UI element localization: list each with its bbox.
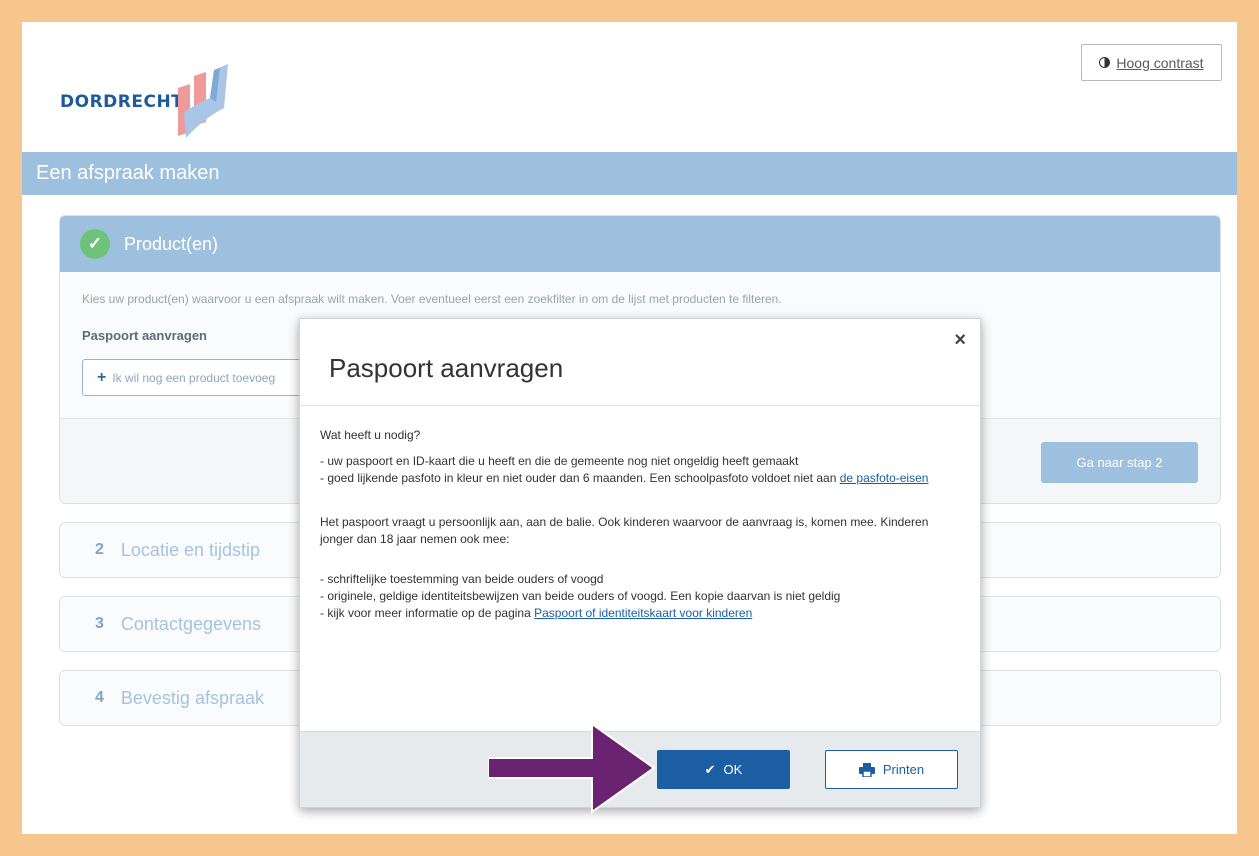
step-number: 2 bbox=[95, 541, 104, 558]
step-products-title: Product(en) bbox=[124, 233, 219, 254]
step-label: Bevestig afspraak bbox=[120, 687, 264, 708]
high-contrast-label: Hoog contrast bbox=[1116, 54, 1204, 71]
page-title: Een afspraak maken bbox=[22, 152, 1237, 195]
close-icon[interactable]: × bbox=[954, 329, 966, 352]
products-hint: Kies uw product(en) waarvoor u een afspr… bbox=[82, 292, 782, 306]
logo-flag-icon bbox=[178, 64, 228, 138]
step-number: 3 bbox=[95, 615, 104, 632]
personal-visit-paragraph: Het paspoort vraagt u persoonlijk aan, a… bbox=[320, 515, 929, 546]
step-products-header[interactable]: ✓ Product(en) bbox=[60, 216, 1220, 272]
modal-header: Paspoort aanvragen × bbox=[300, 319, 980, 406]
children-item: - originele, geldige identiteitsbewijzen… bbox=[320, 589, 841, 603]
check-icon: ✓ bbox=[80, 229, 110, 259]
step-label: Locatie en tijdstip bbox=[120, 539, 260, 560]
logo-text: DORDRECHT bbox=[60, 92, 184, 112]
children-item: - kijk voor meer informatie op de pagina… bbox=[320, 606, 753, 620]
requirement-item: - uw paspoort en ID-kaart die u heeft en… bbox=[320, 454, 799, 468]
page-frame: DORDRECHT Hoog contrast Een afspraak mak… bbox=[22, 22, 1237, 834]
modal-body: Wat heeft u nodig? - uw paspoort en ID-k… bbox=[300, 406, 980, 622]
dordrecht-logo[interactable]: DORDRECHT bbox=[60, 62, 240, 142]
children-item: - schriftelijke toestemming van beide ou… bbox=[320, 572, 604, 586]
go-to-step-2-button[interactable]: Ga naar stap 2 bbox=[1041, 442, 1198, 483]
step-number: 4 bbox=[95, 689, 104, 706]
print-label: Printen bbox=[882, 762, 925, 777]
modal-title: Paspoort aanvragen bbox=[329, 353, 564, 383]
printer-icon bbox=[858, 762, 875, 777]
requirement-item: - goed lijkende pasfoto in kleur en niet… bbox=[320, 471, 929, 485]
checkmark-icon: ✔ bbox=[704, 761, 716, 777]
ok-button[interactable]: ✔ OK bbox=[657, 750, 790, 789]
children-passport-link[interactable]: Paspoort of identiteitskaart voor kinder… bbox=[534, 606, 752, 620]
pointer-arrow-icon bbox=[488, 722, 656, 814]
half-circle-icon bbox=[1099, 57, 1111, 68]
ok-label: OK bbox=[723, 762, 743, 777]
requirements-question: Wat heeft u nodig? bbox=[320, 428, 421, 442]
plus-icon: + bbox=[97, 368, 107, 386]
add-product-label: Ik wil nog een product toevoeg bbox=[112, 370, 276, 385]
step-label: Contactgegevens bbox=[120, 613, 262, 634]
high-contrast-button[interactable]: Hoog contrast bbox=[1081, 44, 1222, 81]
print-button[interactable]: Printen bbox=[825, 750, 958, 789]
photo-requirements-link[interactable]: de pasfoto-eisen bbox=[840, 471, 929, 485]
